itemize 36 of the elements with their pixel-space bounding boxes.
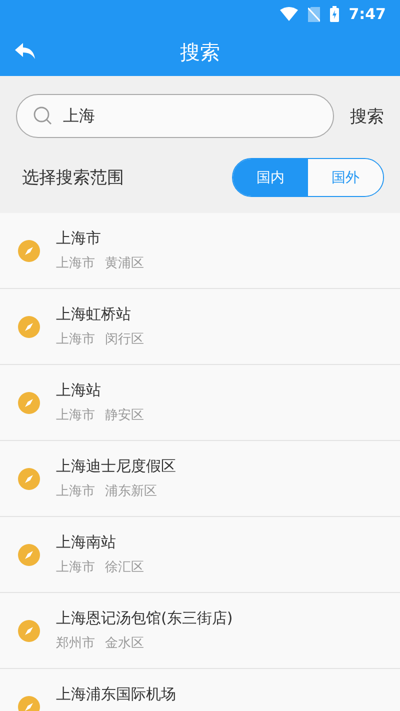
place-city: 上海市 (56, 558, 95, 576)
place-name: 上海站 (56, 380, 102, 400)
place-name: 上海南站 (56, 532, 117, 552)
compass-icon (18, 468, 40, 490)
place-district: 金水区 (105, 634, 144, 652)
search-button[interactable]: 搜索 (350, 104, 384, 128)
clock-time: 7:47 (348, 5, 386, 23)
search-field[interactable]: 上海 (16, 94, 334, 138)
scope-label: 选择搜索范围 (21, 167, 124, 189)
place-district: 静安区 (105, 406, 144, 424)
place-district: 黄浦区 (105, 254, 144, 272)
place-city: 上海市 (56, 482, 95, 500)
place-city: 上海市 (56, 406, 95, 424)
place-city: 上海市 (56, 330, 95, 348)
wifi-icon (280, 7, 298, 21)
place-name: 上海虹桥站 (56, 304, 132, 324)
place-district: 闵行区 (105, 330, 144, 348)
place-name: 上海恩记汤包馆(东三街店) (56, 608, 233, 628)
search-icon (33, 106, 53, 126)
place-name: 上海迪士尼度假区 (56, 456, 176, 476)
place-name: 上海浦东国际机场 (56, 684, 176, 704)
search-query: 上海 (63, 106, 96, 126)
compass-icon (18, 316, 40, 338)
place-name: 上海市 (56, 228, 102, 248)
place-city: 郑州市 (56, 634, 95, 652)
compass-icon (18, 392, 40, 414)
compass-icon (18, 696, 40, 711)
compass-icon (18, 620, 40, 642)
compass-icon (18, 544, 40, 566)
place-district: 浦东新区 (105, 482, 157, 500)
compass-icon (18, 240, 40, 262)
no-sim-icon (308, 6, 320, 22)
place-city: 上海市 (56, 254, 95, 272)
battery-icon (330, 6, 339, 22)
page-title: 搜索 (180, 38, 220, 66)
place-district: 徐汇区 (105, 558, 144, 576)
